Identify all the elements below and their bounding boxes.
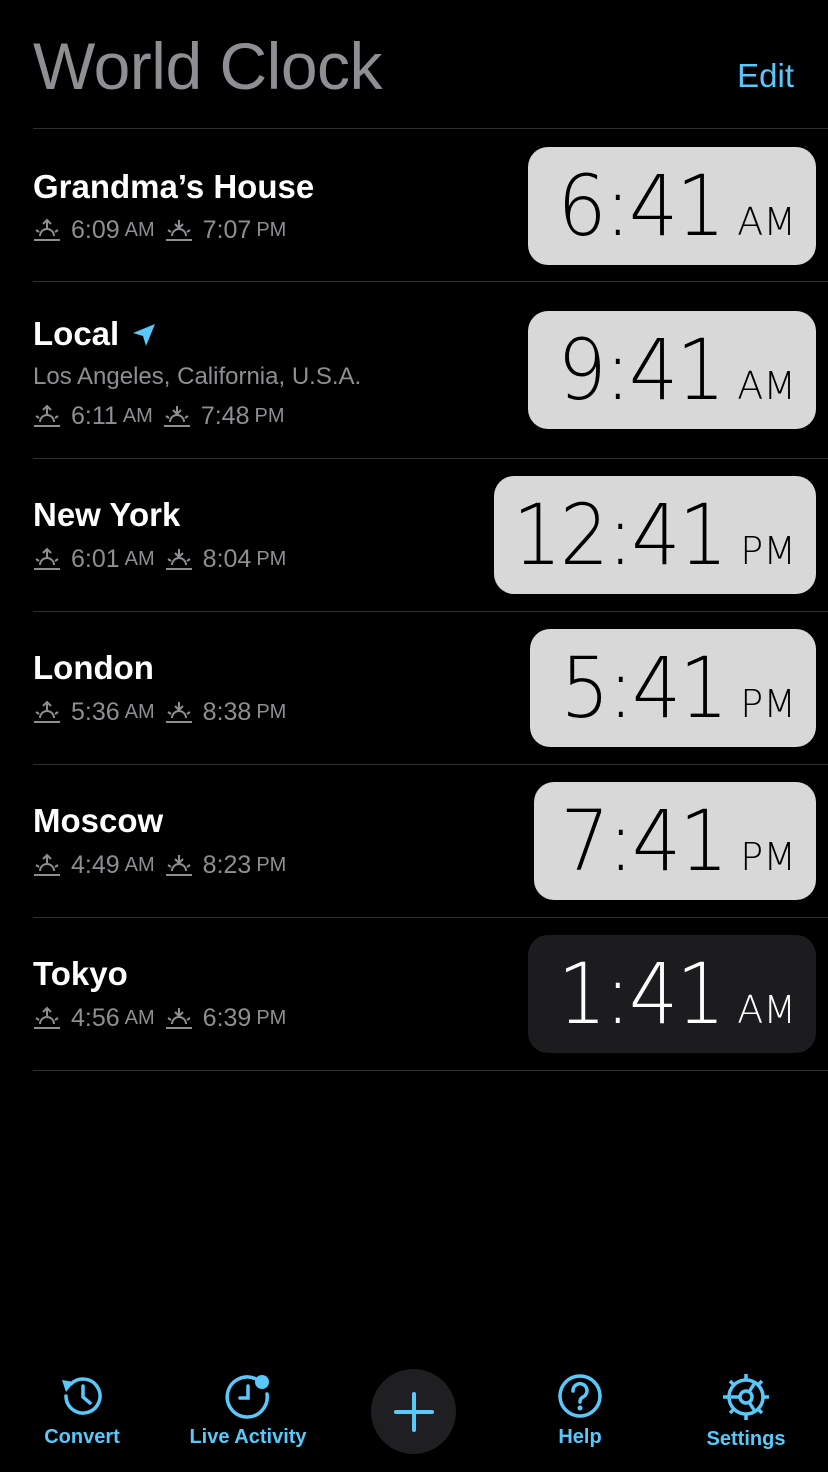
sunrise-time: 4:56: [71, 1004, 120, 1032]
city-name: London: [33, 649, 154, 686]
sunrise-ampm: AM: [124, 1007, 155, 1029]
clock-ampm: PM: [740, 529, 796, 573]
sunrise-time: 6:09: [71, 216, 120, 244]
sun-times: 6:01 AM 8:04 PM: [33, 543, 286, 575]
add-city-button[interactable]: [371, 1369, 456, 1454]
sunrise-ampm: AM: [124, 219, 155, 241]
tab-help[interactable]: Help: [544, 1372, 616, 1449]
sunset-time: 7:48: [200, 402, 250, 430]
sunset-time: 8:23: [202, 851, 252, 879]
clock-history-icon: [62, 1377, 102, 1415]
sun-times: 6:11 AM 7:48 PM: [33, 400, 284, 432]
tab-help-label: Help: [558, 1426, 602, 1448]
clock-ampm: AM: [737, 200, 796, 244]
sunset-time: 7:07: [202, 216, 252, 244]
sunrise-icon: [34, 404, 60, 427]
sunrise-icon: [34, 547, 60, 570]
sun-times: 6:09 AM 7:07 PM: [33, 214, 286, 246]
sunrise-icon: [34, 700, 60, 723]
sunrise-ampm: AM: [124, 854, 155, 876]
clock-time: 7:41: [560, 792, 728, 890]
sunset-ampm: PM: [256, 219, 287, 241]
header: World Clock Edit: [0, 0, 828, 128]
sun-times: 5:36 AM 8:38 PM: [33, 696, 286, 728]
city-subtitle: Los Angeles, California, U.S.A.: [33, 363, 362, 390]
sun-times: 4:56 AM 6:39 PM: [33, 1002, 286, 1034]
sun-times: 4:49 AM 8:23 PM: [33, 849, 286, 881]
city-row[interactable]: Tokyo 4:56 AM 6:39 PM 1:41 AM: [33, 917, 828, 1071]
sunset-ampm: PM: [256, 701, 287, 723]
sunrise-time: 4:49: [71, 851, 120, 879]
sunset-time: 8:38: [202, 698, 252, 726]
sunset-icon: [165, 702, 192, 723]
sunset-ampm: PM: [256, 854, 287, 876]
sunrise-icon: [34, 218, 60, 241]
sunset-icon: [165, 549, 192, 570]
city-row[interactable]: New York 6:01 AM 8:04 PM 12:41 PM: [33, 458, 828, 611]
clock-face: 7:41 PM: [534, 782, 816, 900]
sunset-time: 6:39: [202, 1004, 252, 1032]
gear-icon: [723, 1374, 769, 1420]
sunrise-time: 5:36: [71, 698, 120, 726]
tab-live-activity[interactable]: Live Activity: [186, 1372, 310, 1449]
clock-face: 9:41 AM: [528, 311, 816, 429]
tab-convert[interactable]: Convert: [40, 1372, 124, 1449]
clock-badge-icon: [225, 1375, 269, 1419]
clock-time: 9:41: [557, 321, 725, 419]
city-list: Grandma’s House 6:09 AM 7:07 PM 6:41 AM Loc…: [33, 128, 828, 1071]
sunrise-time: 6:01: [71, 545, 120, 573]
city-name: Local: [33, 315, 120, 352]
clock-ampm: PM: [740, 682, 796, 726]
tab-live-activity-label: Live Activity: [189, 1426, 307, 1448]
city-row[interactable]: Grandma’s House 6:09 AM 7:07 PM 6:41 AM: [33, 128, 828, 281]
clock-time: 12:41: [512, 486, 728, 584]
city-name: Grandma’s House: [33, 168, 315, 205]
clock-ampm: AM: [737, 988, 796, 1032]
sunset-ampm: PM: [254, 405, 285, 427]
city-name: New York: [33, 496, 181, 533]
clock-face: 1:41 AM: [528, 935, 816, 1053]
city-row[interactable]: London 5:36 AM 8:38 PM 5:41 PM: [33, 611, 828, 764]
sunset-icon: [165, 220, 192, 241]
sunset-time: 8:04: [202, 545, 252, 573]
sunrise-ampm: AM: [124, 701, 155, 723]
sunrise-icon: [34, 1006, 60, 1029]
tab-settings[interactable]: Settings: [698, 1372, 794, 1451]
plus-icon: [393, 1391, 434, 1432]
tab-convert-label: Convert: [44, 1426, 120, 1448]
page-title: World Clock: [33, 29, 383, 103]
sunset-ampm: PM: [256, 548, 287, 570]
sunrise-icon: [34, 853, 60, 876]
tab-settings-label: Settings: [706, 1428, 786, 1450]
city-name-wrapper: Local: [33, 314, 157, 354]
clock-ampm: AM: [737, 364, 796, 408]
sunset-icon: [165, 1008, 192, 1029]
clock-face: 6:41 AM: [528, 147, 816, 265]
clock-time: 6:41: [557, 157, 725, 255]
clock-ampm: PM: [740, 835, 796, 879]
city-name: Tokyo: [33, 955, 128, 992]
sunset-ampm: PM: [256, 1007, 287, 1029]
sunrise-time: 6:11: [71, 402, 118, 430]
location-arrow-icon: [133, 324, 156, 346]
question-mark-icon: [558, 1374, 602, 1418]
clock-time: 5:41: [560, 639, 728, 737]
city-row[interactable]: Moscow 4:49 AM 8:23 PM 7:41 PM: [33, 764, 828, 917]
clock-face: 12:41 PM: [494, 476, 816, 594]
clock-face: 5:41 PM: [530, 629, 816, 747]
sunrise-ampm: AM: [124, 548, 155, 570]
edit-button[interactable]: Edit: [737, 54, 794, 98]
clock-time: 1:41: [557, 945, 725, 1043]
sunset-icon: [165, 855, 192, 876]
city-name: Moscow: [33, 802, 164, 839]
sunset-icon: [163, 406, 190, 427]
sunrise-ampm: AM: [122, 405, 153, 427]
city-row[interactable]: Local Los Angeles, California, U.S.A. 6:…: [33, 281, 828, 458]
